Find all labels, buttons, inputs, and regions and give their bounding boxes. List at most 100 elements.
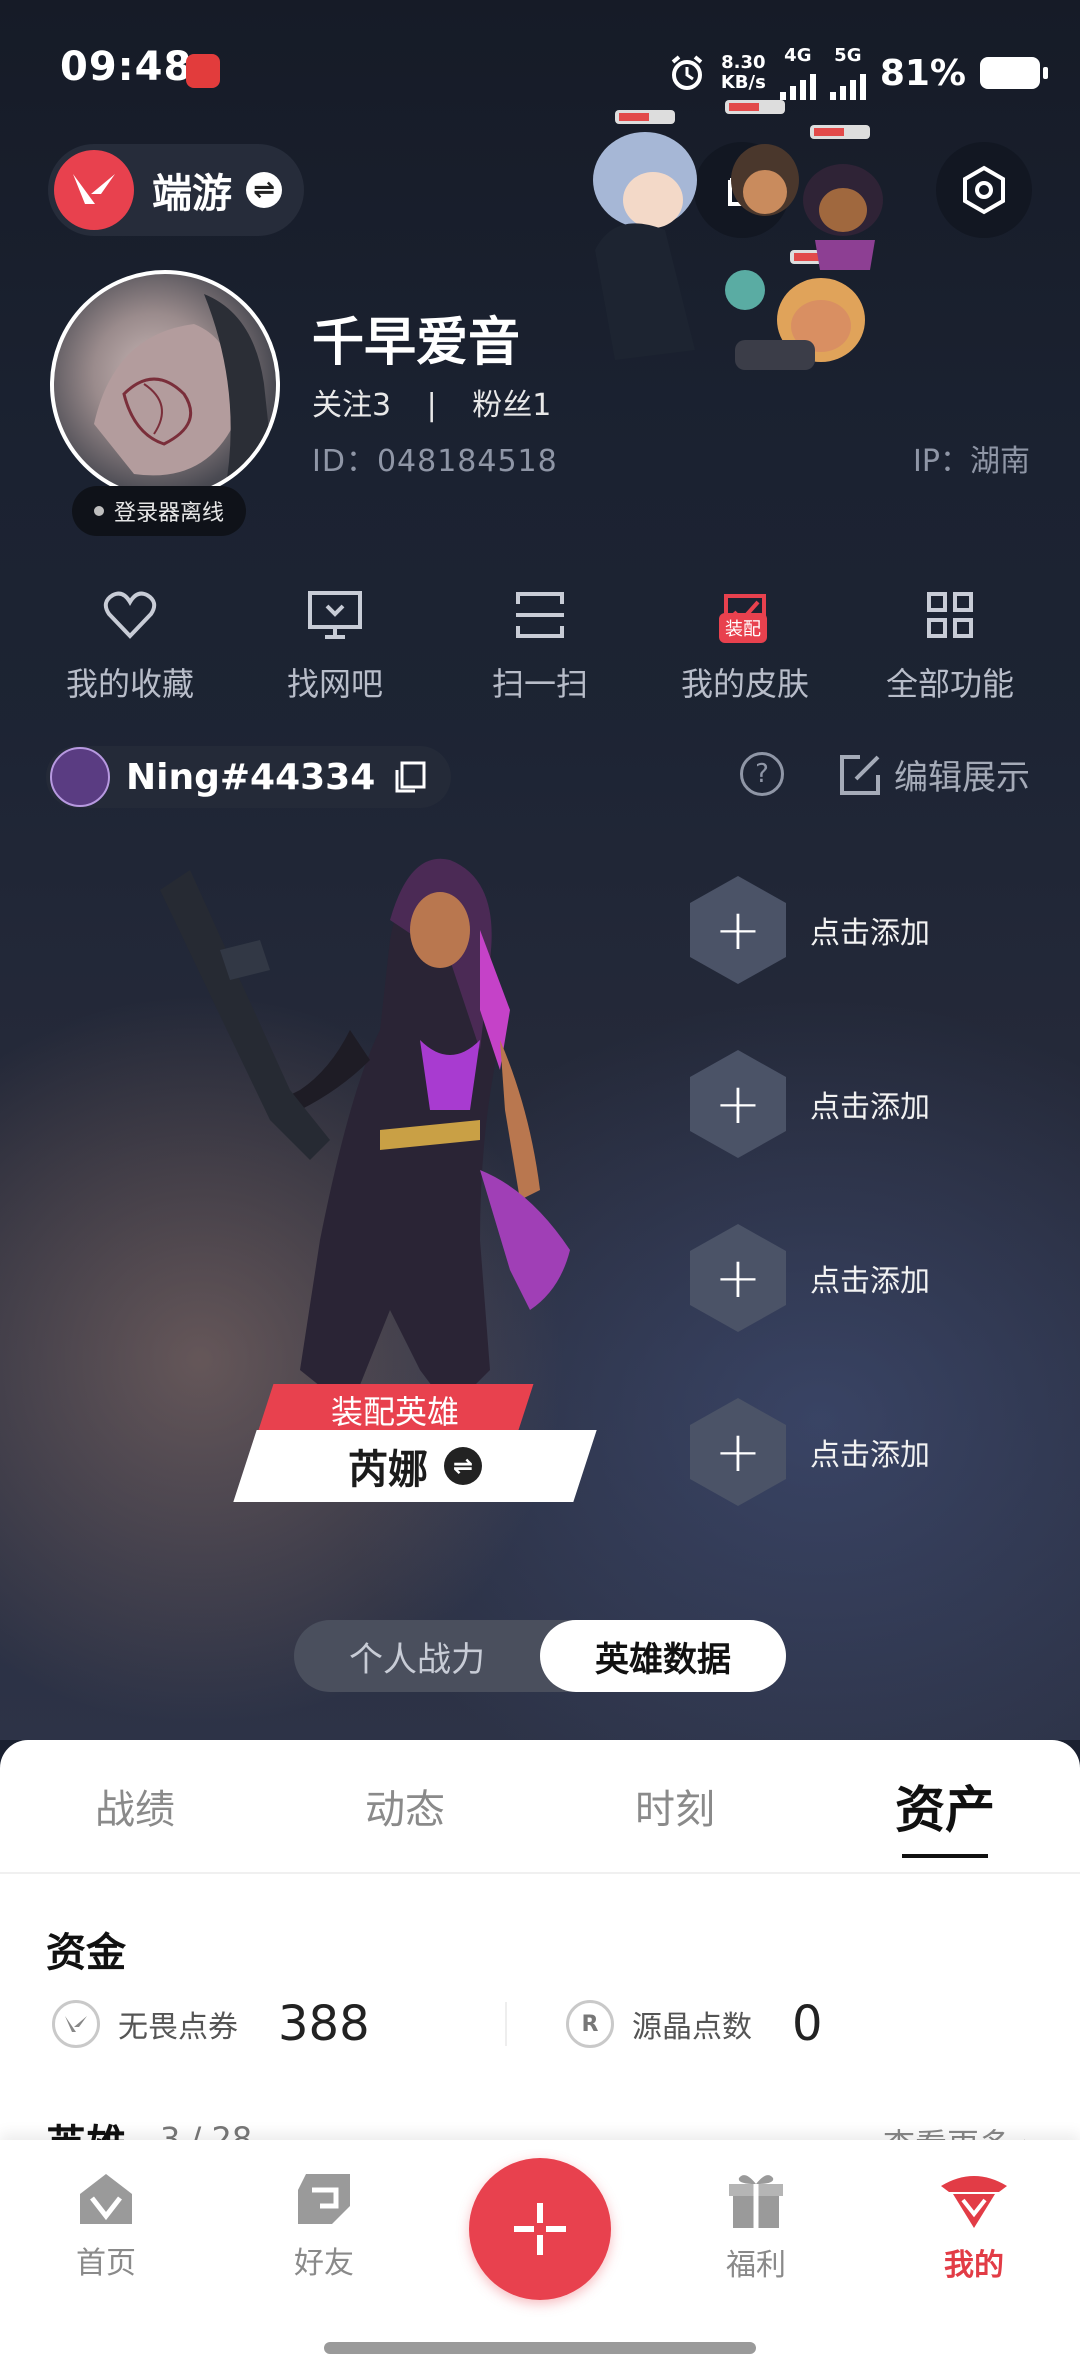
- quick-action-favorites[interactable]: 我的收藏: [30, 585, 230, 705]
- quick-action-label: 扫一扫: [491, 665, 588, 703]
- active-tab-indicator: [902, 1854, 988, 1858]
- net-type-5g: 5G: [834, 45, 862, 66]
- radianite-label: 源晶点数: [632, 2010, 752, 2045]
- add-icon: +: [690, 876, 786, 984]
- stats-toggle: 个人战力 英雄数据: [294, 1620, 786, 1692]
- alarm-icon: [671, 55, 703, 90]
- radianite-points: R 源晶点数 0: [566, 1996, 823, 2052]
- valorant-logo-icon: [54, 150, 134, 230]
- tab-assets[interactable]: 资产: [810, 1740, 1080, 1872]
- fans-count[interactable]: 粉丝1: [472, 388, 551, 423]
- add-icon: +: [690, 1050, 786, 1158]
- tabs-divider: [0, 1872, 1080, 1874]
- status-bar: 09:48 8.30 KB/s 4G 5G 81%: [0, 0, 1080, 140]
- net-speed: 8.30 KB/s: [721, 53, 766, 93]
- offline-dot-icon: [94, 506, 104, 516]
- nav-friends[interactable]: 好友: [254, 2170, 394, 2282]
- profile-icon: [941, 2176, 1007, 2228]
- add-slot-label: 点击添加: [810, 1090, 930, 1125]
- quick-action-scan[interactable]: 扫一扫: [440, 585, 640, 705]
- valorant-points-icon: [52, 2000, 100, 2048]
- gift-icon: [729, 2175, 783, 2228]
- nav-label: 首页: [76, 2246, 136, 2281]
- help-icon[interactable]: ?: [740, 752, 784, 796]
- edit-showcase-label: 编辑展示: [894, 758, 1030, 798]
- bottom-nav: 首页 好友 福利 我的: [0, 2140, 1080, 2375]
- signal-bars-icon: [829, 66, 866, 100]
- agent-name: 芮娜: [348, 1447, 428, 1493]
- toggle-agent-data[interactable]: 英雄数据: [540, 1620, 786, 1692]
- quick-action-internet-cafe[interactable]: 找网吧: [235, 585, 435, 705]
- nav-label: 好友: [294, 2246, 354, 2281]
- add-slot-label: 点击添加: [810, 1264, 930, 1299]
- user-avatar[interactable]: [50, 270, 280, 500]
- following-count[interactable]: 关注3: [312, 388, 391, 423]
- equipped-agent-tag: 装配英雄: [256, 1384, 534, 1436]
- home-icon: [80, 2174, 132, 2224]
- riot-id-pill[interactable]: Ning#44334: [46, 746, 452, 808]
- nav-welfare[interactable]: 福利: [686, 2170, 826, 2284]
- copy-icon[interactable]: [393, 760, 427, 794]
- heart-icon: [100, 585, 160, 645]
- valorant-points-label: 无畏点券: [118, 2010, 238, 2045]
- plus-icon: [514, 2203, 566, 2255]
- quick-action-label: 我的皮肤: [680, 665, 809, 703]
- battery-icon: [980, 57, 1048, 89]
- showcase-slot-3[interactable]: + 点击添加: [690, 1224, 930, 1332]
- tab-feed[interactable]: 动态: [270, 1740, 540, 1872]
- notification-app-icon: [186, 54, 220, 88]
- net-type-4g: 4G: [784, 45, 812, 66]
- signal-5g: 5G: [829, 45, 866, 100]
- quick-actions: 我的收藏 找网吧 扫一扫 装配 我的皮肤 全部功能: [30, 585, 1050, 705]
- tab-label: 动态: [365, 1787, 445, 1833]
- showcase-slot-2[interactable]: + 点击添加: [690, 1050, 930, 1158]
- user-id: ID：048184518: [312, 444, 558, 479]
- signal-4g: 4G: [779, 45, 816, 100]
- status-time: 09:48: [60, 44, 193, 90]
- launcher-status-text: 登录器离线: [114, 501, 225, 526]
- valorant-points-value: 388: [278, 1996, 370, 2052]
- tab-label: 资产: [895, 1781, 995, 1839]
- follow-separator: |: [426, 388, 437, 423]
- nav-home[interactable]: 首页: [36, 2170, 176, 2282]
- user-nickname: 千早爱音: [312, 313, 521, 373]
- showcase-slot-1[interactable]: + 点击添加: [690, 876, 930, 984]
- tab-label: 战绩: [95, 1787, 175, 1833]
- quick-action-my-skins[interactable]: 装配 我的皮肤: [645, 585, 845, 705]
- game-switch-button[interactable]: 端游 ⇌: [48, 144, 304, 236]
- quick-action-label: 我的收藏: [65, 665, 194, 703]
- quick-action-all-features[interactable]: 全部功能: [850, 585, 1050, 705]
- avatar-image: [94, 294, 276, 496]
- funds-divider: [505, 2002, 507, 2046]
- home-indicator[interactable]: [324, 2342, 756, 2354]
- player-card-icon: [50, 747, 110, 807]
- friends-icon: [298, 2174, 350, 2224]
- valorant-points: 无畏点券 388: [52, 1996, 370, 2052]
- content-tabs: 战绩 动态 时刻 资产: [0, 1740, 1080, 1872]
- follow-stats: 关注3 | 粉丝1: [312, 380, 551, 424]
- riot-id: Ning#44334: [126, 756, 376, 798]
- edit-showcase-button[interactable]: 编辑展示: [838, 750, 1030, 799]
- battery-percent: 81%: [879, 52, 966, 94]
- nav-profile[interactable]: 我的: [904, 2170, 1044, 2284]
- tab-record[interactable]: 战绩: [0, 1740, 270, 1872]
- signal-bars-icon: [779, 66, 816, 100]
- nav-label: 我的: [944, 2248, 1004, 2283]
- status-indicators: 8.30 KB/s 4G 5G 81%: [667, 45, 1048, 100]
- add-icon: +: [690, 1224, 786, 1332]
- showcase-slot-4[interactable]: + 点击添加: [690, 1398, 930, 1506]
- ip-location: IP：湖南: [913, 444, 1030, 479]
- skin-badge: 装配: [719, 613, 767, 643]
- tab-moments[interactable]: 时刻: [540, 1740, 810, 1872]
- nav-label: 福利: [726, 2248, 786, 2283]
- settings-icon: [963, 165, 1005, 215]
- swap-icon: ⇌: [246, 172, 282, 208]
- agent-name-switch[interactable]: 芮娜 ⇌: [233, 1430, 597, 1502]
- toggle-personal-power[interactable]: 个人战力: [294, 1620, 540, 1692]
- chibi-agent-stickers: [593, 100, 883, 370]
- create-post-button[interactable]: [469, 2158, 611, 2300]
- radianite-value: 0: [792, 1996, 823, 2052]
- grid-icon: [920, 585, 980, 645]
- radianite-icon: R: [566, 2000, 614, 2048]
- settings-button[interactable]: [936, 142, 1032, 238]
